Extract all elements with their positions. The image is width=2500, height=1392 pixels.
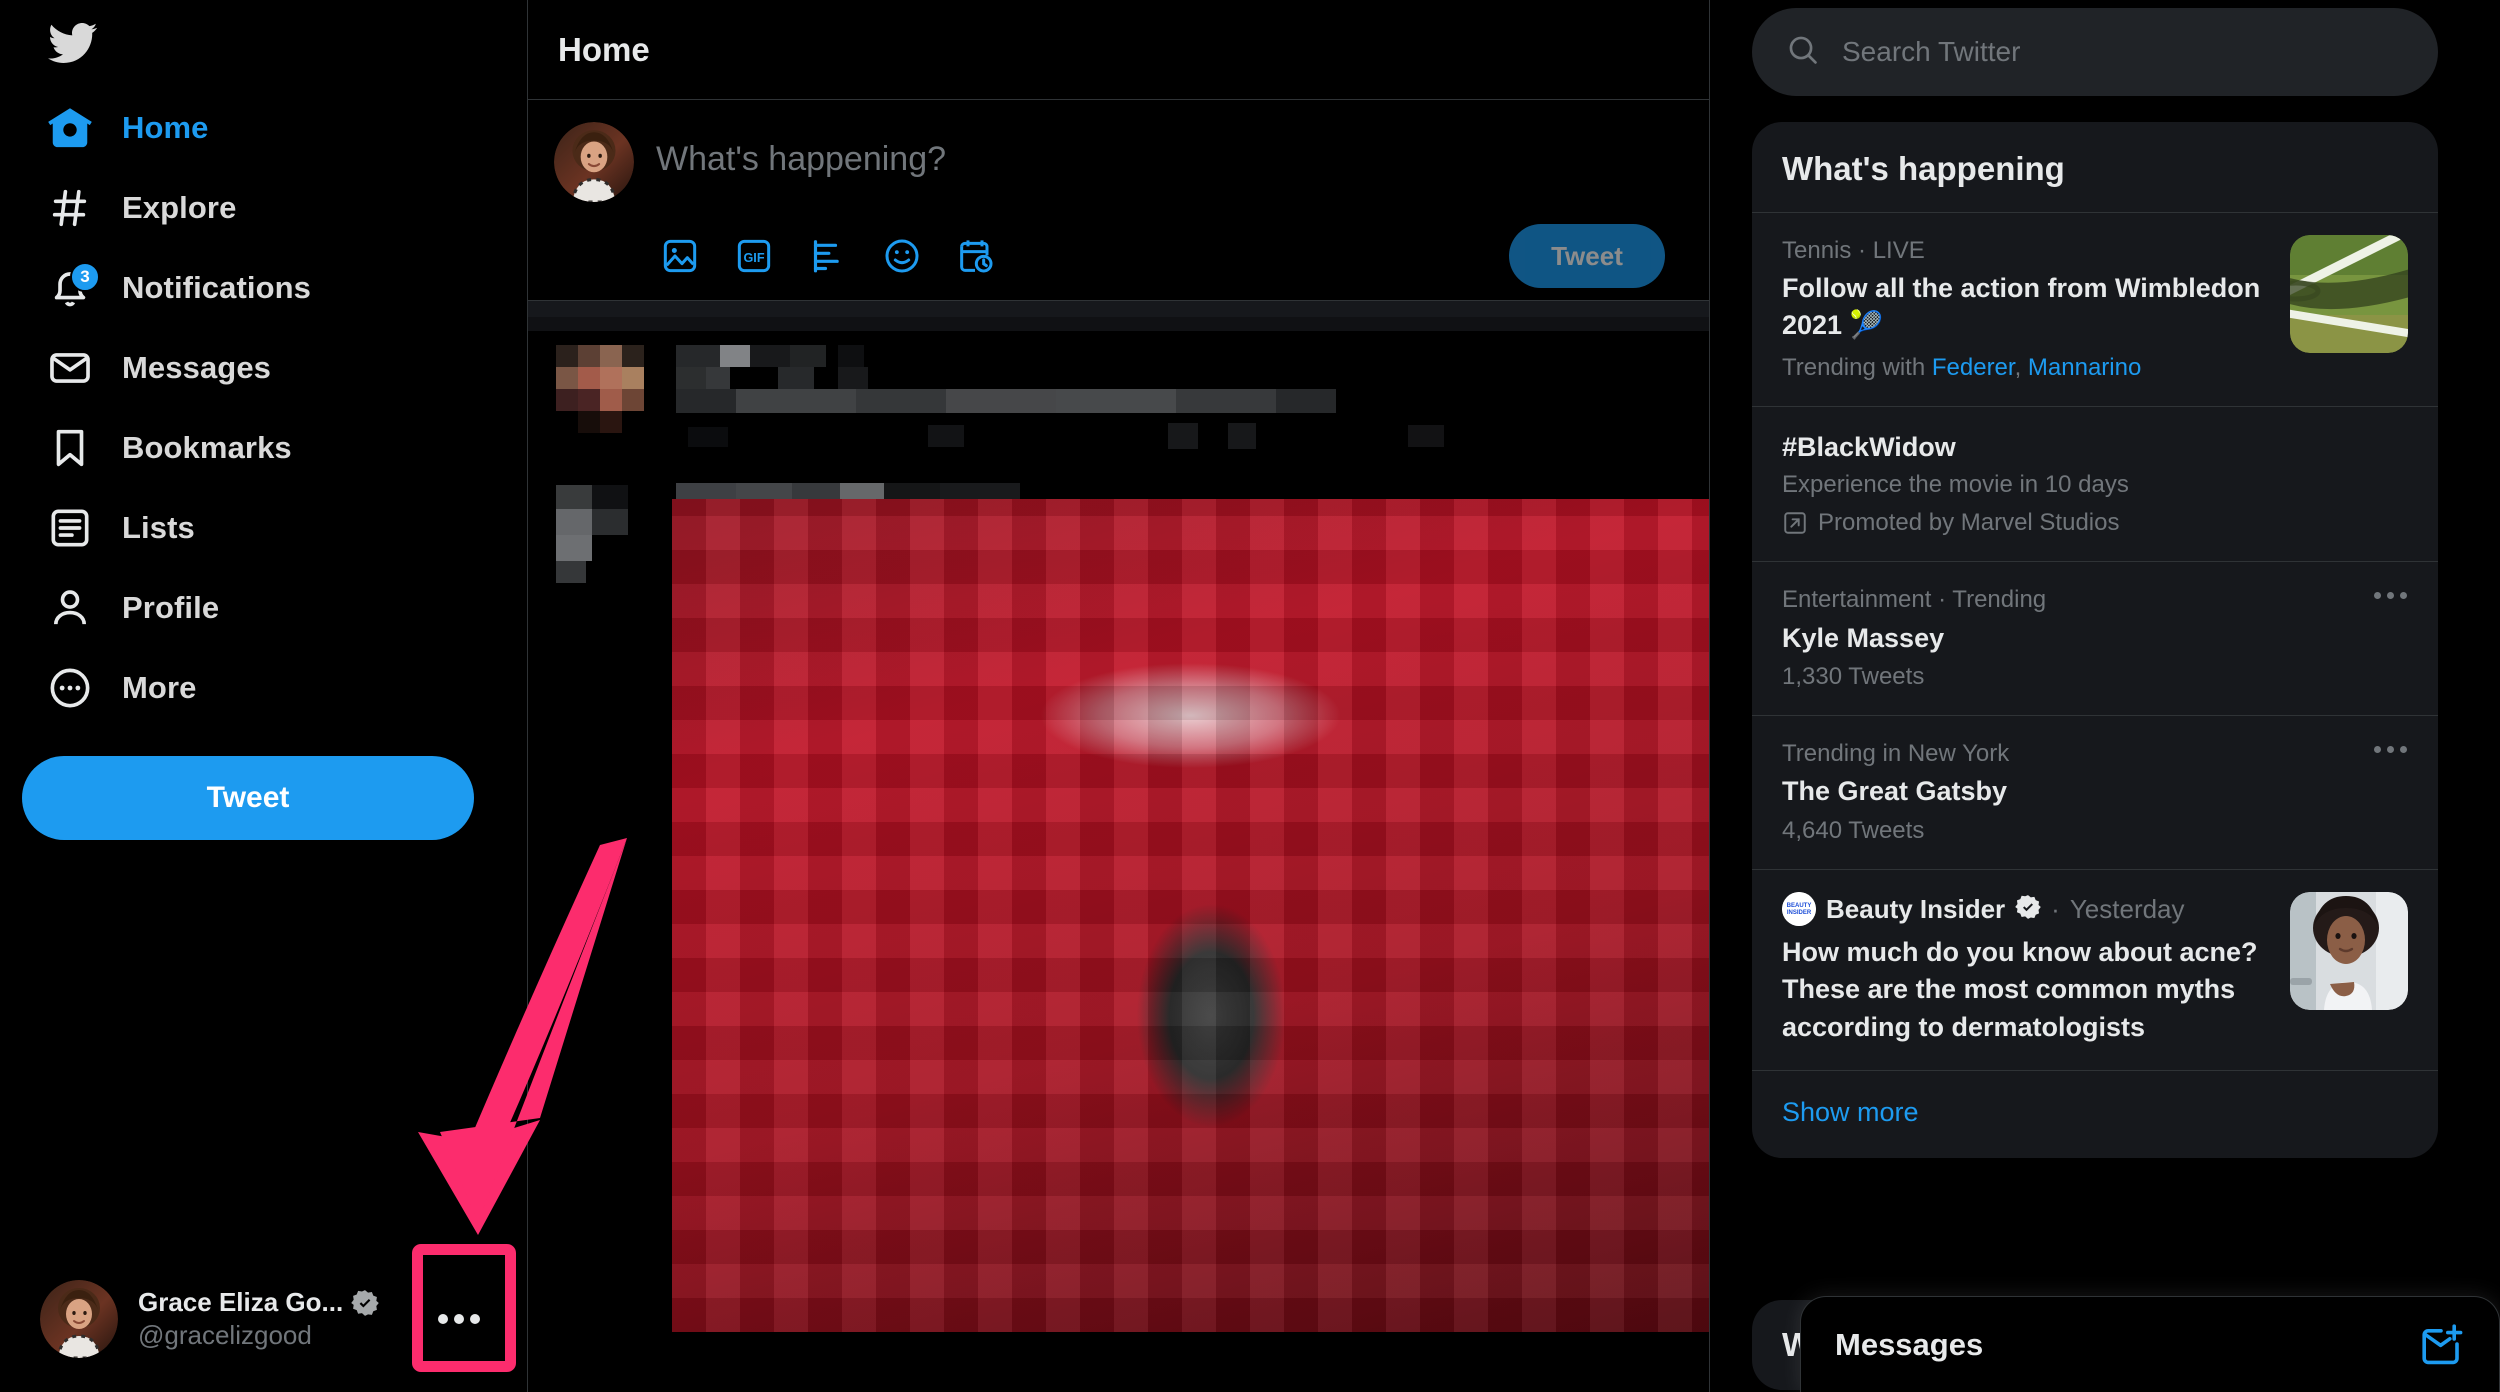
sidebar-item-messages[interactable]: Messages: [22, 330, 295, 406]
tweet-input[interactable]: What's happening?: [656, 118, 946, 179]
twitter-app: Home Explore 3 Notifications Messages Bo…: [0, 0, 2500, 1392]
emoji-icon[interactable]: [878, 232, 926, 280]
left-sidebar: Home Explore 3 Notifications Messages Bo…: [0, 0, 527, 1392]
media-icon[interactable]: [656, 232, 704, 280]
news-separator: ·: [2051, 893, 2060, 924]
news-source-name: Beauty Insider: [1826, 893, 2006, 924]
new-message-icon[interactable]: [2417, 1321, 2465, 1369]
sidebar-item-notifications[interactable]: 3 Notifications: [22, 250, 335, 326]
messages-dock-title: Messages: [1835, 1326, 1984, 1362]
trend-name: The Great Gatsby: [1782, 776, 2008, 807]
sidebar-item-lists[interactable]: Lists: [22, 490, 219, 566]
news-timestamp: Yesterday: [2069, 893, 2185, 924]
search-input[interactable]: Search Twitter: [1752, 8, 2438, 96]
sidebar-item-label: Explore: [122, 190, 237, 225]
home-icon: [46, 104, 94, 152]
right-sidebar: Search Twitter What's happening Tennis ·…: [1710, 0, 2500, 1392]
notifications-badge: 3: [70, 262, 100, 292]
trend-name: Follow all the action from Wimbledon 202…: [1782, 273, 2261, 340]
censored-media-image[interactable]: [672, 499, 1709, 1332]
search-placeholder: Search Twitter: [1842, 36, 2021, 67]
trend-meta: Tennis · LIVE: [1782, 237, 1925, 264]
highlight-box-account-more: [412, 1244, 516, 1372]
messages-dock[interactable]: Messages: [1800, 1296, 2500, 1392]
acne-article-thumbnail: [2290, 892, 2408, 1011]
account-display-name: Grace Eliza Go...: [138, 1287, 344, 1317]
sidebar-item-label: Notifications: [122, 270, 312, 305]
censored-tweet-content[interactable]: [528, 317, 1709, 1332]
sidebar-item-label: Profile: [122, 590, 220, 625]
trend-name: Kyle Massey: [1782, 622, 1945, 653]
composer-toolbar: GIF Tweet: [554, 224, 1683, 288]
list-icon: [46, 504, 94, 552]
tweet-composer: What's happening? GIF Tweet: [528, 100, 1709, 301]
twitter-bird-icon[interactable]: [34, 5, 110, 81]
verified-badge-icon: [2015, 894, 2041, 925]
trend-item-great-gatsby[interactable]: Trending in New York The Great Gatsby 4,…: [1752, 715, 2438, 869]
tennis-court-thumbnail: [2290, 235, 2408, 353]
trend-meta: Trending in New York: [1782, 740, 2010, 768]
verified-badge-icon: [351, 1289, 379, 1317]
account-handle: @gracelizgood: [138, 1320, 312, 1350]
primary-navigation: Home Explore 3 Notifications Messages Bo…: [10, 90, 527, 726]
svg-text:GIF: GIF: [743, 251, 764, 265]
composer-avatar[interactable]: [554, 122, 634, 202]
trending-with-prefix: Trending with: [1782, 353, 1926, 381]
sidebar-item-label: More: [122, 670, 197, 705]
feed-section-divider: [528, 301, 1709, 317]
trend-item-beauty-insider[interactable]: BEAUTY INSIDER Beauty Insider · Yesterday…: [1752, 869, 2438, 1070]
main-column: Home What's happening? GIF Tweet: [527, 0, 1710, 1392]
trend-tweet-count: 4,640 Tweets: [1782, 817, 1925, 845]
trend-tweet-count: 1,330 Tweets: [1782, 663, 1925, 691]
trend-link-mannarino[interactable]: Mannarino: [2028, 354, 2141, 381]
bell-icon: 3: [46, 262, 100, 312]
avatar: [40, 1280, 118, 1358]
trend-item-kyle-massey[interactable]: Entertainment · Trending Kyle Massey 1,3…: [1752, 561, 2438, 715]
sidebar-item-bookmarks[interactable]: Bookmarks: [22, 410, 316, 486]
more-circle-icon: [46, 664, 94, 712]
hashtag-icon: [46, 184, 94, 232]
whats-happening-title: What's happening: [1782, 150, 2065, 187]
page-title: Home: [558, 30, 650, 68]
trend-more-button[interactable]: [2371, 586, 2410, 604]
sidebar-item-home[interactable]: Home: [22, 90, 233, 166]
news-headline: How much do you know about acne? These a…: [1782, 937, 2258, 1042]
trend-item-blackwidow[interactable]: #BlackWidow Experience the movie in 10 d…: [1752, 405, 2438, 562]
envelope-icon: [46, 344, 94, 392]
search-icon: [1786, 33, 1820, 72]
composer-tweet-button[interactable]: Tweet: [1509, 224, 1665, 288]
trend-link-federer[interactable]: Federer: [1932, 354, 2015, 381]
sidebar-item-label: Messages: [122, 350, 272, 385]
sidebar-item-profile[interactable]: Profile: [22, 570, 243, 646]
svg-text:BEAUTY: BEAUTY: [1787, 903, 1812, 909]
promoted-by-text: Promoted by Marvel Studios: [1818, 509, 2120, 537]
logo-container: [10, 0, 527, 84]
whats-happening-card: What's happening Tennis · LIVE Follow al…: [1752, 122, 2438, 1158]
sidebar-item-label: Home: [122, 110, 209, 145]
trending-with: Trending with Federer, Mannarino: [1782, 353, 2142, 381]
bookmark-icon: [46, 424, 94, 472]
gif-icon[interactable]: GIF: [730, 232, 778, 280]
compose-tweet-button[interactable]: Tweet: [22, 756, 474, 840]
svg-text:INSIDER: INSIDER: [1787, 910, 1812, 916]
poll-icon[interactable]: [804, 232, 852, 280]
sidebar-item-label: Lists: [122, 510, 195, 545]
trend-subtitle: Experience the movie in 10 days: [1782, 471, 2129, 499]
main-header: Home: [528, 0, 1709, 100]
trend-meta: Entertainment · Trending: [1782, 586, 2047, 614]
timeline-feed: [528, 317, 1709, 1332]
sidebar-item-label: Bookmarks: [122, 430, 292, 465]
sidebar-item-explore[interactable]: Explore: [22, 170, 260, 246]
trend-item-wimbledon[interactable]: Tennis · LIVE Follow all the action from…: [1752, 212, 2438, 406]
trend-more-button[interactable]: [2371, 740, 2410, 758]
beauty-insider-avatar: BEAUTY INSIDER: [1782, 892, 1816, 927]
person-icon: [46, 584, 94, 632]
promoted-arrow-icon: [1782, 510, 1808, 536]
trend-name: #BlackWidow: [1782, 431, 1956, 462]
sidebar-item-more[interactable]: More: [22, 650, 220, 726]
account-text: Grace Eliza Go... @gracelizgood: [138, 1287, 414, 1351]
show-more-link[interactable]: Show more: [1752, 1069, 2438, 1158]
schedule-icon[interactable]: [952, 232, 1000, 280]
